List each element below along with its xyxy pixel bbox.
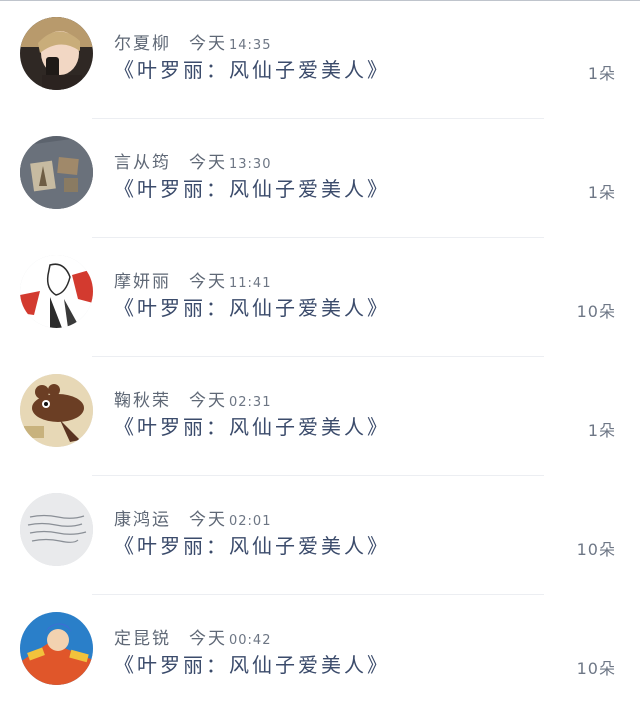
book-title[interactable]: 《叶罗丽：风仙子爱美人》 [114,292,390,321]
list-item[interactable]: 尔夏柳 今天 14:35 《叶罗丽：风仙子爱美人》 1朵 [0,0,640,119]
timestamp: 11:41 [229,276,272,291]
timestamp: 13:30 [229,157,272,172]
timestamp: 02:01 [229,514,272,529]
flower-count: 10朵 [576,659,616,678]
item-meta: 康鸿运 今天 02:01 [114,505,272,530]
game-character-art-icon [20,612,93,685]
username[interactable]: 康鸿运 [114,505,171,530]
flower-count: 1朵 [587,64,616,83]
avatar[interactable] [20,612,93,685]
day-label: 今天 [189,391,227,411]
anime-sketch-illustration-icon [20,255,93,328]
item-meta: 鞠秋荣 今天 02:31 [114,386,272,411]
username[interactable]: 尔夏柳 [114,29,171,54]
avatar[interactable] [20,493,93,566]
book-title[interactable]: 《叶罗丽：风仙子爱美人》 [114,411,390,440]
list-item[interactable]: 康鸿运 今天 02:01 《叶罗丽：风仙子爱美人》 10朵 [0,476,640,595]
avatar[interactable] [20,255,93,328]
flower-count: 1朵 [587,183,616,202]
book-title[interactable]: 《叶罗丽：风仙子爱美人》 [114,173,390,202]
item-meta: 定昆锐 今天 00:42 [114,624,272,649]
username[interactable]: 定昆锐 [114,624,171,649]
flower-count: 10朵 [576,302,616,321]
timestamp: 02:31 [229,395,272,410]
day-label: 今天 [189,34,227,54]
list-item[interactable]: 摩妍丽 今天 11:41 《叶罗丽：风仙子爱美人》 10朵 [0,238,640,357]
day-label: 今天 [189,510,227,530]
username[interactable]: 摩妍丽 [114,267,171,292]
gift-feed-list: 尔夏柳 今天 14:35 《叶罗丽：风仙子爱美人》 1朵 言从筠 今天 13:3… [0,0,640,714]
day-label: 今天 [189,629,227,649]
avatar[interactable] [20,136,93,209]
day-label: 今天 [189,272,227,292]
username[interactable]: 鞠秋荣 [114,386,171,411]
list-item[interactable]: 鞠秋荣 今天 02:31 《叶罗丽：风仙子爱美人》 1朵 [0,357,640,476]
timestamp: 00:42 [229,633,272,648]
item-meta: 言从筠 今天 13:30 [114,148,272,173]
list-item[interactable]: 定昆锐 今天 00:42 《叶罗丽：风仙子爱美人》 10朵 [0,595,640,714]
flower-count: 10朵 [576,540,616,559]
username[interactable]: 言从筠 [114,148,171,173]
handwritten-note-photo-icon [20,493,93,566]
portrait-photo-icon [20,17,93,90]
cartoon-mouse-art-icon [20,374,93,447]
day-label: 今天 [189,153,227,173]
item-meta: 尔夏柳 今天 14:35 [114,29,272,54]
book-title[interactable]: 《叶罗丽：风仙子爱美人》 [114,649,390,678]
avatar[interactable] [20,17,93,90]
book-title[interactable]: 《叶罗丽：风仙子爱美人》 [114,530,390,559]
paris-postcard-photo-icon [20,136,93,209]
item-meta: 摩妍丽 今天 11:41 [114,267,272,292]
list-item[interactable]: 言从筠 今天 13:30 《叶罗丽：风仙子爱美人》 1朵 [0,119,640,238]
timestamp: 14:35 [229,38,272,53]
flower-count: 1朵 [587,421,616,440]
avatar[interactable] [20,374,93,447]
book-title[interactable]: 《叶罗丽：风仙子爱美人》 [114,54,390,83]
